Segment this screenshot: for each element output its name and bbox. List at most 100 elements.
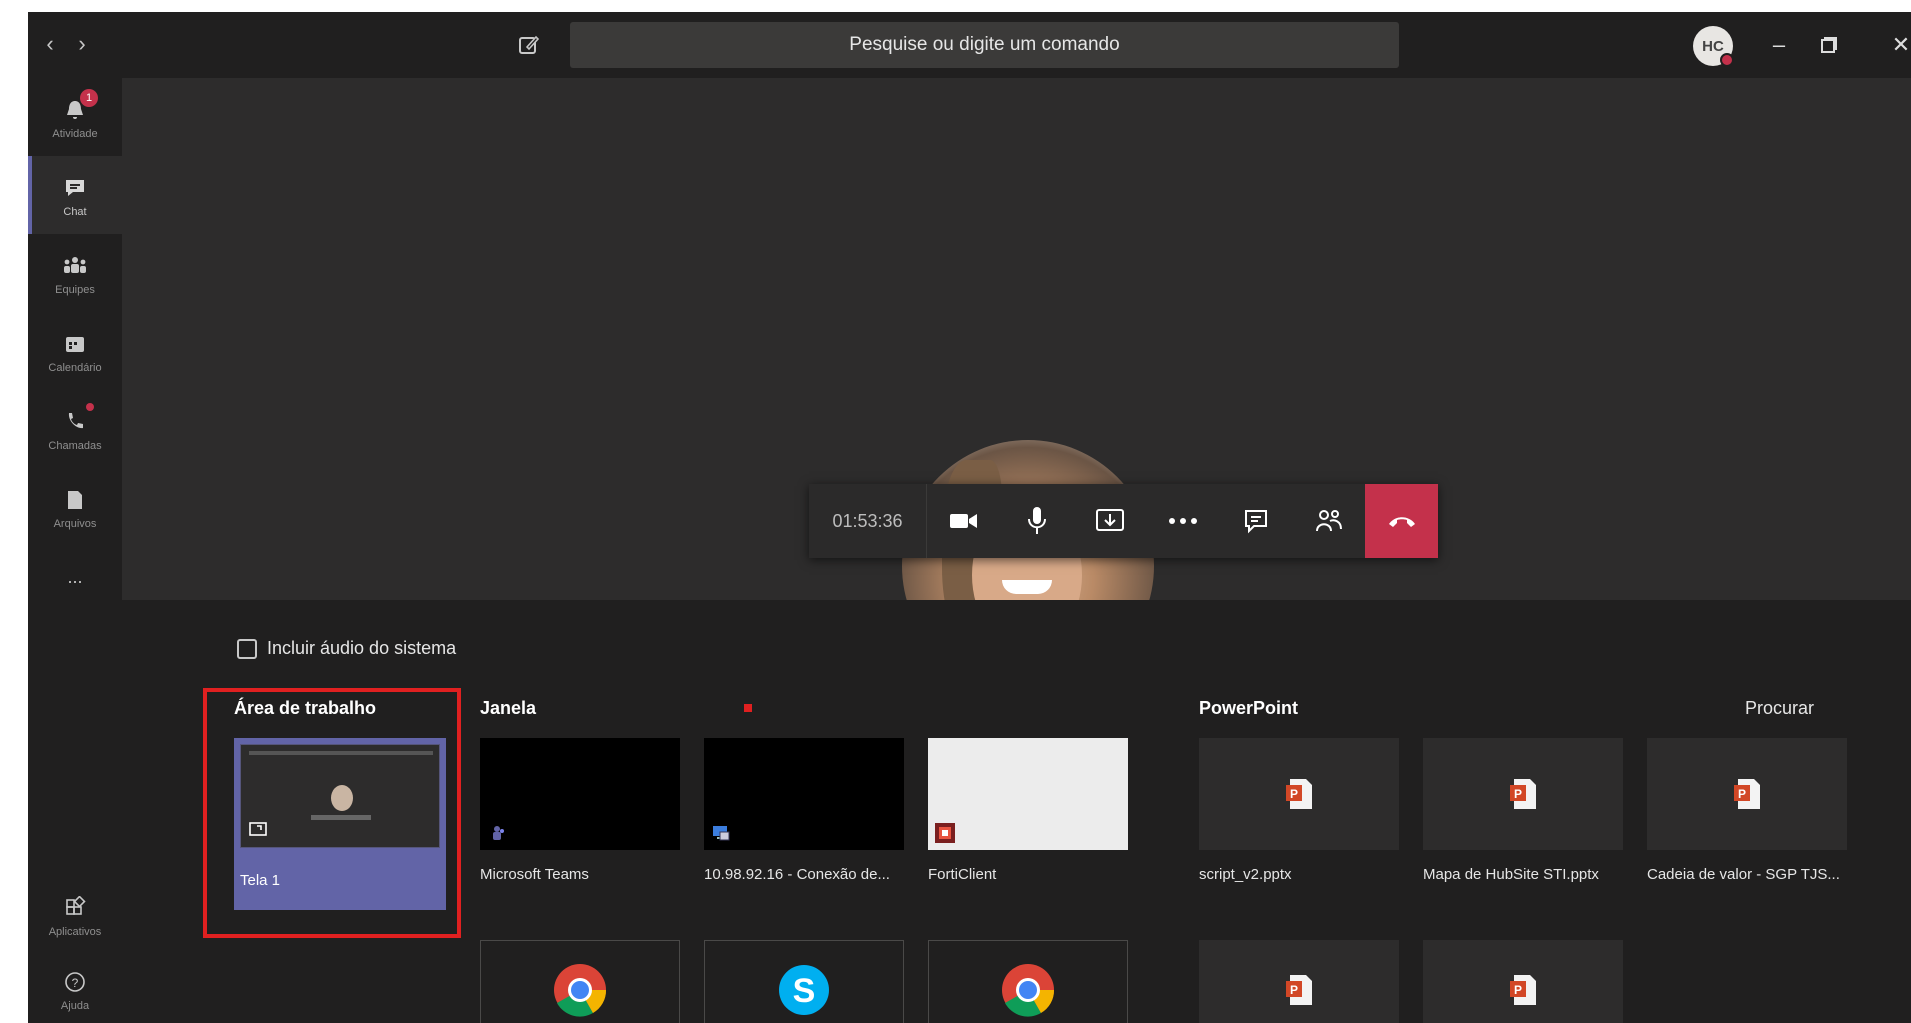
maximize-icon[interactable]: [1814, 30, 1844, 60]
window-tile-chrome[interactable]: [480, 940, 680, 1023]
browse-link[interactable]: Procurar: [1745, 698, 1814, 719]
presentation-thumbnail: P: [1199, 738, 1399, 850]
screen-thumb-bar: [249, 751, 433, 755]
meeting-stage: 01:53:36: [122, 78, 1911, 692]
rail-item-label: Aplicativos: [48, 925, 102, 938]
window-tile[interactable]: Microsoft Teams: [480, 738, 680, 883]
rail-item-calls[interactable]: Chamadas: [28, 390, 122, 468]
window-tile[interactable]: 10.98.92.16 - Conexão de...: [704, 738, 904, 883]
presentation-tile[interactable]: P Cadeia de valor - SGP TJS...: [1647, 738, 1847, 883]
title-bar: ‹ › Pesquise ou digite um comando HC – ✕: [28, 12, 1911, 78]
close-icon[interactable]: ✕: [1886, 30, 1911, 60]
presentation-tile[interactable]: P: [1199, 940, 1399, 1023]
activity-badge: 1: [80, 88, 98, 107]
hang-up-icon: [1388, 517, 1415, 527]
call-controls: 01:53:36: [809, 484, 1438, 558]
camera-icon: [949, 514, 977, 528]
svg-text:?: ?: [72, 976, 79, 990]
svg-text:P: P: [1738, 787, 1746, 801]
avatar[interactable]: HC: [1693, 26, 1734, 67]
chrome-icon: [554, 964, 607, 1017]
forward-icon[interactable]: ›: [70, 32, 94, 56]
window-thumbnail: [704, 738, 904, 850]
share-tray: Incluir áudio do sistema Área de trabalh…: [122, 600, 1911, 1023]
presentation-tile[interactable]: P: [1423, 940, 1623, 1023]
powerpoint-file-icon: P: [1510, 779, 1536, 809]
camera-button[interactable]: [927, 484, 1000, 558]
rail-item-label: Equipes: [55, 283, 95, 296]
window-thumbnail: [480, 738, 680, 850]
phone-icon: [60, 402, 94, 437]
rail-item-files[interactable]: Arquivos: [28, 468, 122, 546]
svg-text:S: S: [793, 972, 816, 1010]
rail-item-more[interactable]: ...: [28, 546, 122, 606]
screen-thumbnail: [240, 744, 440, 848]
window-tile-name: 10.98.92.16 - Conexão de...: [704, 866, 890, 883]
include-system-audio[interactable]: Incluir áudio do sistema: [237, 638, 456, 659]
system-audio-label: Incluir áudio do sistema: [267, 638, 457, 658]
rail-item-chat[interactable]: Chat: [28, 156, 122, 234]
presentation-thumbnail: P: [1423, 738, 1623, 850]
more-icon: ...: [67, 567, 83, 587]
presentation-name: script_v2.pptx: [1199, 866, 1292, 883]
presence-status-icon: [1720, 53, 1734, 67]
rail-item-teams[interactable]: Equipes: [28, 234, 122, 312]
rail-item-label: Chamadas: [48, 439, 102, 452]
back-icon[interactable]: ‹: [38, 32, 62, 56]
svg-text:P: P: [1290, 787, 1298, 801]
minimize-icon[interactable]: –: [1764, 30, 1794, 60]
screen-tile[interactable]: Tela 1: [234, 738, 446, 910]
share-button[interactable]: [1073, 484, 1146, 558]
more-options-icon: [1168, 518, 1197, 524]
search-input[interactable]: Pesquise ou digite um comando: [570, 22, 1399, 68]
system-audio-checkbox[interactable]: [237, 638, 257, 659]
powerpoint-section-title: PowerPoint: [1199, 698, 1299, 718]
presentation-tile[interactable]: P script_v2.pptx: [1199, 738, 1399, 883]
microphone-icon: [1027, 507, 1046, 534]
call-timer: 01:53:36: [809, 484, 927, 558]
hang-up-button[interactable]: [1365, 484, 1438, 558]
teams-app-icon: [486, 822, 508, 844]
calendar-icon: [60, 329, 90, 359]
window-tile-chrome[interactable]: [928, 940, 1128, 1023]
window-tile[interactable]: FortiClient: [928, 738, 1128, 883]
forticlient-icon: [934, 822, 956, 844]
teams-icon: [60, 251, 90, 281]
window-tile-skype[interactable]: S: [704, 940, 904, 1023]
presentation-thumbnail: P: [1647, 738, 1847, 850]
screen-share-icon: [247, 819, 269, 841]
conversation-icon: [1244, 510, 1267, 534]
screen-tile-name: Tela 1: [240, 872, 281, 889]
window-thumbnail: [928, 738, 1128, 850]
participant-smile: [1002, 580, 1052, 594]
participants-icon: [1315, 510, 1342, 532]
powerpoint-file-icon: P: [1510, 975, 1536, 1005]
app-bar: 1 Atividade Chat Equipes Calendário Cham…: [28, 78, 122, 1023]
participants-button[interactable]: [1292, 484, 1365, 558]
conversation-button[interactable]: [1219, 484, 1292, 558]
window-section-title: Janela: [480, 698, 537, 718]
chat-icon: [60, 173, 90, 203]
avatar-initials: HC: [1702, 37, 1724, 55]
presentation-name: Cadeia de valor - SGP TJS...: [1647, 866, 1840, 883]
calls-badge: [86, 402, 94, 411]
rail-item-label: Arquivos: [53, 517, 97, 530]
presentation-name: Mapa de HubSite STI.pptx: [1423, 866, 1599, 883]
files-icon: [60, 485, 90, 515]
window-tile-name: Microsoft Teams: [480, 866, 589, 883]
rail-item-activity[interactable]: 1 Atividade: [28, 78, 122, 156]
svg-text:P: P: [1514, 983, 1522, 997]
share-tray-icon: [1095, 509, 1124, 531]
svg-text:P: P: [1514, 787, 1522, 801]
rail-item-label: Ajuda: [60, 999, 90, 1012]
microphone-button[interactable]: [1000, 484, 1073, 558]
remote-desktop-icon: [710, 822, 732, 844]
more-actions-button[interactable]: [1146, 484, 1219, 558]
rail-item-calendar[interactable]: Calendário: [28, 312, 122, 390]
red-marker: [744, 704, 752, 712]
rail-item-apps[interactable]: Aplicativos: [28, 880, 122, 950]
presentation-tile[interactable]: P Mapa de HubSite STI.pptx: [1423, 738, 1623, 883]
compose-icon[interactable]: [516, 32, 542, 58]
rail-item-help[interactable]: ? Ajuda: [28, 954, 122, 1023]
powerpoint-file-icon: P: [1286, 975, 1312, 1005]
